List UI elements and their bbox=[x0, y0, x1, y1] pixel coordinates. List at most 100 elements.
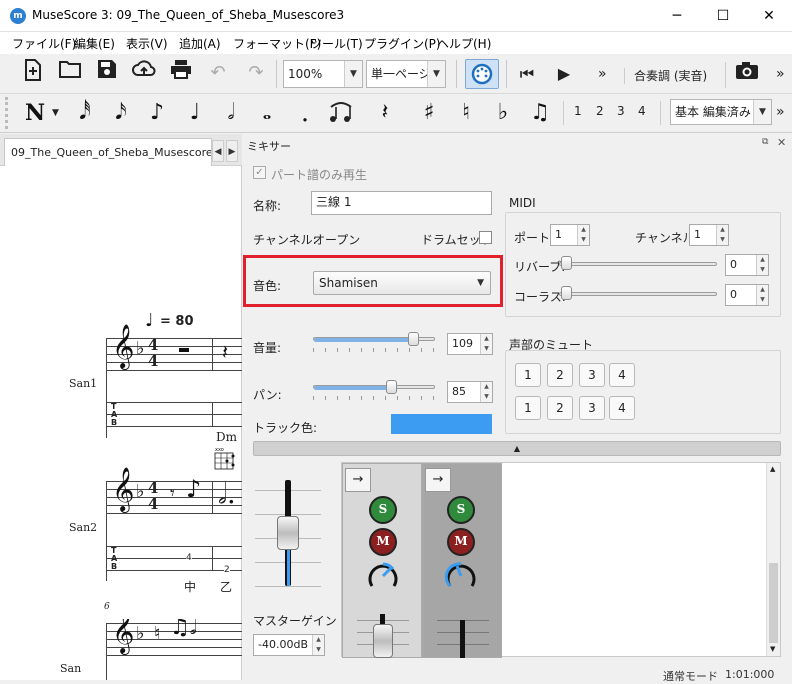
eighth-note-icon[interactable]: ♪ bbox=[142, 97, 172, 129]
voice-mute-button[interactable]: 2 bbox=[547, 396, 573, 420]
pan-knob[interactable] bbox=[443, 560, 479, 595]
fader-handle[interactable] bbox=[373, 624, 393, 658]
flip-direction-icon[interactable]: ♫ bbox=[525, 97, 555, 129]
voice-3-button[interactable]: 3 bbox=[617, 104, 625, 118]
staff-san1-system2[interactable]: 𝄞 ♭ ♮ ♫𝅗𝅥 bbox=[106, 619, 242, 680]
close-icon[interactable]: ✕ bbox=[777, 136, 786, 149]
chorus-slider[interactable] bbox=[559, 286, 717, 302]
play-icon[interactable]: ▶ bbox=[550, 60, 578, 88]
score-view[interactable]: 09_The_Queen_of_Sheba_Musescore3 ◀ ▶ ♩ =… bbox=[0, 134, 242, 680]
solo-button[interactable]: S bbox=[369, 496, 397, 524]
undo-icon[interactable]: ↶ bbox=[204, 59, 232, 87]
slider-handle[interactable] bbox=[408, 332, 419, 346]
track-strip-selected[interactable]: → S M bbox=[422, 463, 502, 658]
voice-mute-button[interactable]: 4 bbox=[609, 396, 635, 420]
staff-san2[interactable]: 𝄞 ♭ 44 𝄾 ♪ 𝅗𝅥. bbox=[106, 467, 242, 581]
tie-icon[interactable] bbox=[326, 97, 356, 129]
tab-staff-san1[interactable]: TAB bbox=[106, 400, 242, 432]
chevron-down-icon[interactable]: ▼ bbox=[52, 108, 59, 118]
augmentation-dot-icon[interactable]: . bbox=[290, 97, 320, 129]
cloud-upload-icon[interactable] bbox=[130, 59, 158, 87]
redo-icon[interactable]: ↷ bbox=[242, 59, 270, 87]
tempo-marking[interactable]: = 80 bbox=[160, 314, 194, 329]
minimize-button[interactable]: ─ bbox=[654, 0, 700, 32]
voice-1-button[interactable]: 1 bbox=[574, 104, 582, 118]
name-input[interactable]: 三線 1 bbox=[311, 191, 492, 215]
part-only-checkbox[interactable]: ✓ bbox=[253, 166, 266, 179]
expand-arrow-button[interactable]: → bbox=[345, 468, 371, 492]
scroll-up-icon[interactable]: ▲ bbox=[770, 465, 775, 473]
fretboard-diagram[interactable]: xxo bbox=[214, 445, 236, 471]
view-mode-combobox[interactable]: 単一ページ ▼ bbox=[366, 60, 446, 88]
menu-add[interactable]: 追加(A) bbox=[179, 35, 221, 52]
camera-icon[interactable] bbox=[733, 60, 761, 88]
tab-staff-san2[interactable]: TAB 4 2 bbox=[106, 544, 242, 576]
menu-edit[interactable]: 編集(E) bbox=[74, 35, 115, 52]
overflow-icon[interactable]: » bbox=[776, 66, 785, 82]
menu-file[interactable]: ファイル(F) bbox=[12, 35, 76, 52]
tab-scroll-right-icon[interactable]: ▶ bbox=[226, 140, 238, 162]
pan-slider[interactable] bbox=[313, 380, 435, 404]
strip-volume-fader[interactable] bbox=[437, 614, 489, 658]
mute-button[interactable]: M bbox=[447, 528, 475, 556]
fader-handle[interactable] bbox=[277, 516, 299, 550]
pan-knob[interactable] bbox=[365, 560, 401, 595]
note-input-mode-icon[interactable]: N bbox=[20, 97, 50, 129]
strip-vertical-scrollbar[interactable]: ▲ ▼ bbox=[766, 463, 780, 656]
sound-combobox[interactable]: Shamisen ▼ bbox=[313, 271, 491, 295]
voice-mute-button[interactable]: 4 bbox=[609, 363, 635, 387]
rest-icon[interactable]: 𝄽 bbox=[370, 97, 400, 129]
overflow-icon[interactable]: » bbox=[598, 66, 607, 82]
score-tab[interactable]: 09_The_Queen_of_Sheba_Musescore3 bbox=[4, 138, 212, 166]
tab-scroll-left-icon[interactable]: ◀ bbox=[212, 140, 224, 162]
slider-handle[interactable] bbox=[386, 380, 397, 394]
scrollbar-thumb[interactable] bbox=[769, 563, 778, 643]
rewind-icon[interactable]: ⏮ bbox=[513, 60, 541, 88]
voice-2-button[interactable]: 2 bbox=[596, 104, 604, 118]
drumset-checkbox[interactable] bbox=[479, 231, 492, 244]
menu-help[interactable]: ヘルプ(H) bbox=[437, 35, 491, 52]
mute-button[interactable]: M bbox=[369, 528, 397, 556]
volume-slider[interactable] bbox=[313, 332, 435, 356]
flat-icon[interactable]: ♭ bbox=[488, 97, 518, 129]
reverb-spinbox[interactable]: 0 ▲ ▼ bbox=[725, 254, 769, 276]
voice-mute-button[interactable]: 3 bbox=[579, 363, 605, 387]
voice-mute-button[interactable]: 2 bbox=[547, 363, 573, 387]
whole-note-icon[interactable]: 𝅝 bbox=[252, 97, 282, 129]
quarter-note-icon[interactable]: ♩ bbox=[180, 97, 210, 129]
track-color-swatch[interactable] bbox=[391, 414, 492, 434]
voice-mute-button[interactable]: 1 bbox=[515, 396, 541, 420]
workspace-combobox[interactable]: 基本 編集済み ▼ bbox=[670, 99, 772, 125]
staff-san1[interactable]: 𝄞 ♭ 44 𝄽 bbox=[106, 324, 242, 438]
master-gain-spinbox[interactable]: -40.00dB ▲ ▼ bbox=[253, 634, 325, 656]
pan-spinbox[interactable]: 85 ▲ ▼ bbox=[447, 381, 493, 403]
open-folder-icon[interactable] bbox=[56, 59, 84, 87]
slider-handle[interactable] bbox=[561, 256, 572, 270]
new-file-icon[interactable] bbox=[19, 59, 47, 87]
maximize-button[interactable]: ☐ bbox=[700, 0, 746, 32]
collapse-details-button[interactable]: ▲ bbox=[253, 441, 781, 456]
menu-view[interactable]: 表示(V) bbox=[126, 35, 168, 52]
sharp-icon[interactable]: ♯ bbox=[414, 97, 444, 129]
voice-4-button[interactable]: 4 bbox=[638, 104, 646, 118]
save-icon[interactable] bbox=[93, 59, 121, 87]
half-note-icon[interactable]: 𝅗𝅥 bbox=[216, 97, 246, 129]
expand-arrow-button[interactable]: → bbox=[425, 468, 451, 492]
solo-button[interactable]: S bbox=[447, 496, 475, 524]
concert-pitch-toggle[interactable]: 合奏調 (実音) bbox=[634, 67, 707, 84]
midi-input-button[interactable] bbox=[465, 59, 499, 89]
voice-mute-button[interactable]: 1 bbox=[515, 363, 541, 387]
volume-spinbox[interactable]: 109 ▲ ▼ bbox=[447, 333, 493, 355]
menu-plugins[interactable]: プラグイン(P) bbox=[364, 35, 441, 52]
undock-icon[interactable]: ⧉ bbox=[762, 137, 768, 147]
slider-handle[interactable] bbox=[561, 286, 572, 300]
close-button[interactable]: ✕ bbox=[746, 0, 792, 32]
voice-mute-button[interactable]: 3 bbox=[579, 396, 605, 420]
menu-tools[interactable]: ツール(T) bbox=[310, 35, 363, 52]
chorus-spinbox[interactable]: 0 ▲ ▼ bbox=[725, 284, 769, 306]
zoom-combobox[interactable]: 100% ▼ bbox=[283, 60, 363, 88]
scroll-down-icon[interactable]: ▼ bbox=[770, 645, 775, 653]
midi-channel-spinbox[interactable]: 1 ▲ ▼ bbox=[689, 224, 729, 246]
natural-icon[interactable]: ♮ bbox=[451, 97, 481, 129]
print-icon[interactable] bbox=[167, 59, 195, 87]
